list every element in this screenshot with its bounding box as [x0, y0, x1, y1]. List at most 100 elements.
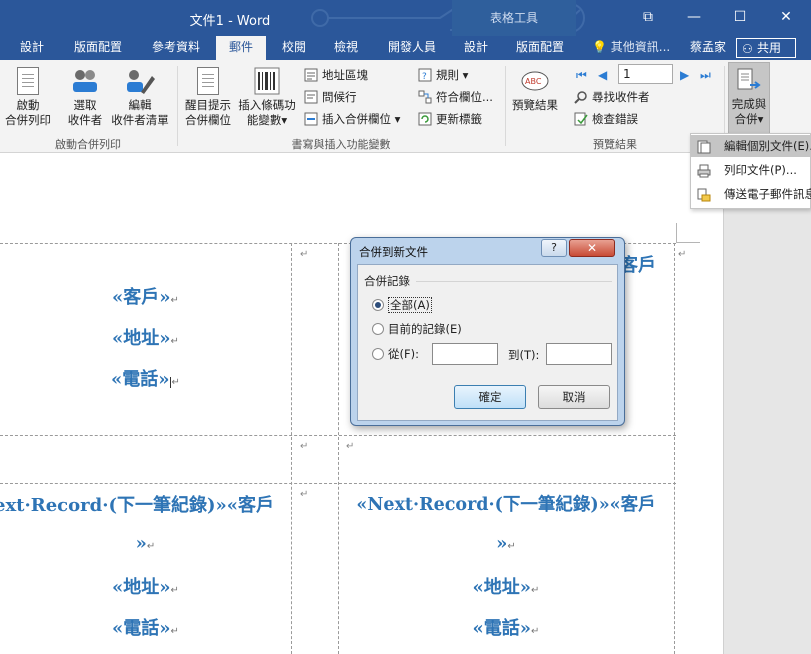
merge-to-new-document-dialog: 合併到新文件 ? ✕ 合併記錄 全部(A) 目前的記錄(E) 從(F): 到(T…: [350, 237, 625, 426]
find-recipient-label: 尋找收件者: [592, 90, 650, 104]
group-separator: [177, 66, 178, 146]
dialog-close-button[interactable]: ✕: [569, 239, 615, 257]
right-gray-pane: [723, 153, 811, 654]
finish-merge-menu: 編輯個別文件(E)... 列印文件(P)... 傳送電子郵件訊息...: [690, 133, 811, 209]
record-number-input[interactable]: 1: [618, 64, 673, 84]
dialog-body: 合併記錄 全部(A) 目前的記錄(E) 從(F): 到(T): 確定 取消: [357, 264, 618, 421]
radio-current-record[interactable]: 目前的記錄(E): [372, 321, 462, 337]
table-tools-context-label: 表格工具: [452, 0, 576, 36]
merge-field-phone[interactable]: «電話»↵: [338, 614, 674, 640]
merge-field-phone[interactable]: «電話»↵: [0, 365, 291, 391]
user-name[interactable]: 蔡孟家: [690, 36, 726, 60]
start-mail-merge-button[interactable]: 啟動 合併列印: [0, 64, 56, 128]
merge-field-close[interactable]: »↵: [0, 533, 291, 554]
menu-item-send-email[interactable]: 傳送電子郵件訊息...: [691, 183, 811, 205]
text-cursor: ↵: [169, 377, 180, 388]
finish-label-1: 完成與: [731, 97, 767, 111]
tell-me-search[interactable]: 💡 其他資訊...: [592, 36, 670, 60]
tab-view[interactable]: 檢視: [326, 36, 366, 60]
cell-end-mark: ↵: [300, 489, 309, 500]
edit-list-icon: [125, 66, 155, 96]
last-record-button[interactable]: ⏭: [700, 66, 711, 84]
previous-record-button[interactable]: ◀: [598, 66, 607, 84]
insert-merge-field-button[interactable]: 插入合併欄位 ▾: [304, 110, 400, 128]
select-recipients-button[interactable]: 選取 收件者: [60, 64, 110, 128]
edit-recipient-list-button[interactable]: 編輯 收件者清單: [108, 64, 172, 128]
merge-field-address[interactable]: «地址»↵: [338, 573, 674, 599]
to-record-input[interactable]: [546, 343, 612, 365]
refresh-icon: [418, 112, 432, 126]
from-record-input[interactable]: [432, 343, 498, 365]
tab-review[interactable]: 校閱: [274, 36, 314, 60]
check-errors-button[interactable]: 檢查錯誤: [574, 110, 638, 128]
cancel-button[interactable]: 取消: [538, 385, 610, 409]
merge-field-customer[interactable]: «客戶»↵: [0, 283, 291, 309]
dialog-help-button[interactable]: ?: [541, 239, 567, 257]
tab-design[interactable]: 設計: [12, 36, 52, 60]
cell-end-mark: ↵: [678, 249, 687, 260]
ok-button[interactable]: 確定: [454, 385, 526, 409]
to-label: 到(T):: [508, 348, 540, 362]
menu-item-label: 傳送電子郵件訊息...: [724, 187, 811, 201]
merge-records-group-label: 合併記錄: [364, 274, 410, 288]
menu-item-edit-individual-documents[interactable]: 編輯個別文件(E)...: [691, 135, 811, 157]
update-labels-button[interactable]: 更新標籤: [418, 110, 482, 128]
tab-mailings[interactable]: 郵件: [216, 36, 266, 60]
person-icon: ⚇: [742, 42, 753, 56]
merge-field-address[interactable]: «地址»↵: [0, 324, 291, 350]
radio-current-label: 目前的記錄(E): [388, 322, 462, 336]
insert-merge-field-label: 插入合併欄位: [322, 112, 391, 126]
merge-field-phone[interactable]: «電話»↵: [0, 614, 291, 640]
email-icon: [697, 187, 711, 202]
cell-end-mark: ↵: [300, 249, 309, 260]
preview-results-button[interactable]: ABC 預覽結果: [508, 64, 562, 113]
previous-record-icon: ◀: [598, 68, 608, 82]
tell-me-label: 其他資訊...: [610, 40, 671, 54]
highlight-fields-icon: [193, 66, 223, 96]
menu-item-label: 編輯個別文件(E)...: [724, 139, 811, 153]
address-block-button[interactable]: 地址區塊: [304, 66, 368, 84]
group-label-write-insert-fields: 書寫與插入功能變數: [291, 138, 391, 151]
merge-field-address[interactable]: «地址»↵: [0, 573, 291, 599]
finish-and-merge-button[interactable]: 完成與 合併▾: [728, 62, 770, 134]
merge-field-customer-partial[interactable]: 客戶: [620, 251, 656, 277]
match-fields-button[interactable]: 符合欄位...: [418, 88, 493, 106]
tab-references[interactable]: 參考資料: [144, 36, 208, 60]
next-record-button[interactable]: ▶: [680, 66, 689, 84]
tab-table-layout[interactable]: 版面配置: [508, 36, 572, 60]
barcode-label-2: 能變數: [246, 113, 282, 127]
select-recipients-label-1: 選取: [73, 98, 97, 112]
close-window-button[interactable]: ✕: [775, 6, 797, 28]
start-mail-merge-label-2: 合併列印: [5, 113, 51, 127]
minimize-button[interactable]: —: [683, 6, 705, 28]
merge-field-next-record[interactable]: ext·Record·(下一筆紀錄)»«客戶: [0, 491, 291, 517]
radio-all-records[interactable]: 全部(A): [372, 297, 432, 313]
tab-table-design[interactable]: 設計: [456, 36, 496, 60]
menu-item-print-documents[interactable]: 列印文件(P)...: [691, 159, 811, 181]
greeting-line-label: 問候行: [322, 90, 357, 104]
insert-barcode-field-button[interactable]: 插入條碼功 能變數▾: [236, 64, 298, 128]
merge-field-close[interactable]: »↵: [338, 533, 674, 554]
insert-field-icon: [304, 112, 318, 126]
tab-layout[interactable]: 版面配置: [66, 36, 130, 60]
greeting-line-button[interactable]: 問候行: [304, 88, 357, 106]
ribbon-display-options-button[interactable]: ⧉: [637, 6, 659, 28]
address-block-icon: [304, 68, 318, 82]
radio-circle: [372, 348, 384, 360]
tab-developer[interactable]: 開發人員: [380, 36, 444, 60]
highlight-merge-fields-button[interactable]: 醒目提示 合併欄位: [182, 64, 234, 128]
check-errors-label: 檢查錯誤: [592, 112, 638, 126]
next-record-icon: ▶: [680, 68, 690, 82]
rules-button[interactable]: ? 規則 ▾: [418, 66, 468, 84]
dialog-title: 合併到新文件: [359, 245, 428, 259]
rules-icon: ?: [418, 68, 432, 82]
merge-field-next-record[interactable]: «Next·Record·(下一筆紀錄)»«客戶: [338, 491, 674, 516]
select-recipients-label-2: 收件者: [67, 113, 103, 127]
maximize-button[interactable]: ☐: [729, 6, 751, 28]
update-labels-label: 更新標籤: [436, 112, 482, 126]
find-recipient-button[interactable]: 尋找收件者: [574, 88, 650, 106]
radio-from-range[interactable]: 從(F):: [372, 346, 419, 362]
first-record-button[interactable]: ⏮: [576, 66, 587, 84]
radio-from-label: 從(F):: [388, 347, 419, 361]
share-button[interactable]: ⚇ 共用: [736, 38, 796, 58]
